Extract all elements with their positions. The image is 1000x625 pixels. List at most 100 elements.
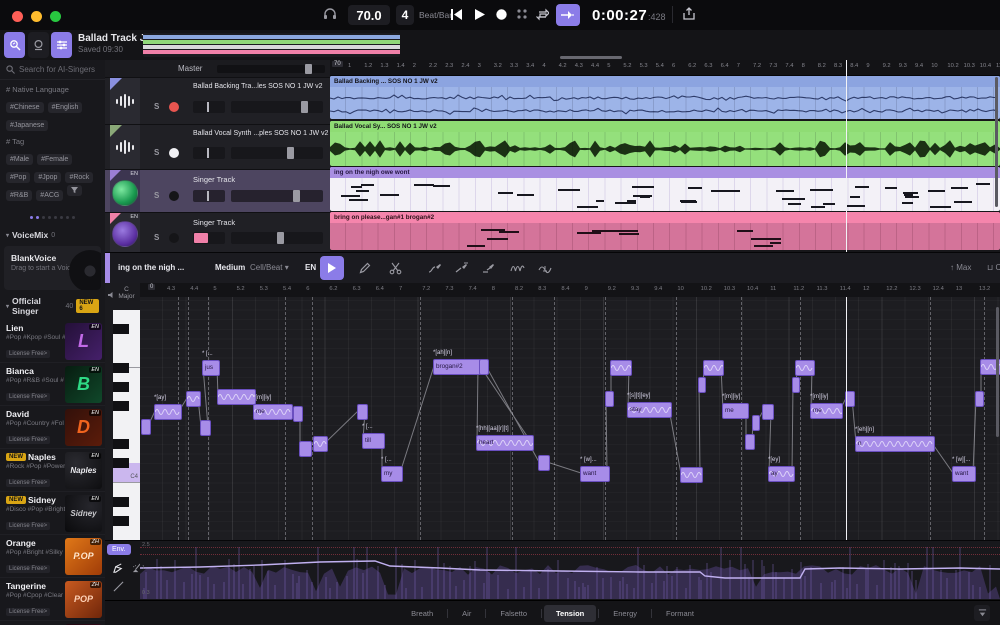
tempo-value[interactable]: 70.0 [348, 5, 390, 25]
headset-icon[interactable] [322, 6, 338, 22]
track3-pan-slider[interactable] [193, 190, 225, 202]
scissors-tool-button[interactable] [383, 256, 407, 280]
track2-icon-cell[interactable] [110, 125, 140, 169]
singer-search[interactable]: Search for AI-Singers [0, 60, 105, 80]
arrange-timeline-ruler[interactable]: 70 11.21.31.422.22.32.433.23.33.444.24.3… [330, 60, 1000, 76]
param-tab-air[interactable]: Air [450, 605, 483, 622]
midi-note[interactable]: jus [202, 360, 220, 376]
active-clip-name[interactable]: ing on the nigh ... [118, 263, 184, 272]
midi-note[interactable] [610, 360, 632, 376]
midi-note[interactable] [795, 360, 815, 376]
tag-chip[interactable]: #Pop [6, 172, 30, 183]
clip-singer-1[interactable]: ing on the nigh owe wont [330, 167, 1000, 211]
track2-name[interactable]: Ballad Vocal Synth ...ples SOS NO 1 JW v… [193, 130, 328, 137]
track3-volume-slider[interactable] [231, 190, 323, 202]
zoom-window-icon[interactable] [50, 11, 61, 22]
key-scale-header[interactable]: C Major [105, 283, 140, 310]
envelope-tab[interactable]: Env. [107, 544, 131, 555]
track3-record-dot[interactable] [169, 191, 179, 201]
license-free-badge[interactable]: License Free> [6, 565, 50, 573]
midi-note[interactable]: n [855, 436, 935, 452]
param-tab-falsetto[interactable]: Falsetto [488, 605, 539, 622]
piano-key-black[interactable] [113, 497, 129, 507]
record-icon[interactable] [495, 8, 508, 21]
singer-card-crimson[interactable]: Crimson#R&B #Soul #Pop #License Free>POP… [0, 621, 105, 625]
blankvoice-card[interactable]: BlankVoice Drag to start a VoiceMix [4, 246, 101, 290]
singer-card-david[interactable]: David#Pop #Country #FolLicense Free>DEN [0, 406, 105, 449]
piano-roll[interactable]: C Major 0 4.34.455.25.35.466.26.36.477.2… [105, 283, 1000, 540]
piano-key-black[interactable] [113, 458, 129, 468]
track4-pan-slider[interactable] [193, 232, 225, 244]
metronome-button[interactable] [28, 32, 49, 58]
midi-note[interactable]: heart [476, 435, 534, 451]
midi-note[interactable] [680, 467, 703, 483]
track4-volume-slider[interactable] [231, 232, 323, 244]
language-tag-chip[interactable]: #Chinese [6, 102, 44, 113]
tag-filter-icon[interactable] [67, 185, 82, 196]
midi-note[interactable] [698, 377, 706, 393]
midi-note[interactable] [538, 455, 550, 471]
singer-library-button[interactable] [4, 32, 25, 58]
track3-solo-button[interactable]: S [154, 191, 159, 200]
piano-roll-ruler[interactable]: 0 4.34.455.25.35.466.26.36.477.27.37.488… [140, 283, 1000, 298]
track1-icon-cell[interactable] [110, 78, 140, 124]
singer-card-orange[interactable]: Orange#Pop #Bright #SilkyLicense Free>P.… [0, 535, 105, 578]
midi-note[interactable]: me [810, 403, 843, 419]
master-volume-slider[interactable] [217, 65, 325, 73]
midi-note[interactable] [141, 419, 151, 435]
official-singer-section-header[interactable]: ▾ Official Singer 40 NEW 6 [0, 292, 105, 320]
midi-note[interactable]: my [381, 466, 403, 482]
midi-note[interactable]: me [722, 403, 749, 419]
pitch-anchor-tool-button[interactable] [450, 256, 474, 280]
close-window-icon[interactable] [12, 11, 23, 22]
tempo-marker[interactable]: 70 [332, 61, 343, 67]
singer-card-lien[interactable]: Lien#Pop #Kpop #Soul #License Free>LEN [0, 320, 105, 363]
grid-mode-select[interactable]: Cell/Beat ▾ [250, 263, 289, 272]
track-header-4[interactable]: EN Singer Track S [105, 213, 330, 252]
track-header-3[interactable]: EN Singer Track S [105, 170, 330, 212]
midi-note[interactable] [357, 404, 368, 420]
loop-icon[interactable] [536, 8, 549, 21]
license-free-badge[interactable]: License Free> [6, 350, 50, 358]
pitch-pen-tool-button[interactable] [423, 256, 447, 280]
track1-record-dot[interactable] [169, 102, 179, 112]
arrangement-minimap[interactable] [143, 33, 400, 57]
midi-note[interactable] [186, 391, 201, 407]
singer-card-bianca[interactable]: Bianca#Pop #R&B #Soul #License Free>BEN [0, 363, 105, 406]
tag-chip[interactable]: #Jpop [34, 172, 61, 183]
singer-card-sidney[interactable]: NEWSidney#Disco #Pop #BrightLicense Free… [0, 492, 105, 535]
param-pen-icon[interactable] [113, 563, 124, 574]
tag-chip[interactable]: #ACG [36, 190, 63, 201]
follow-playhead-button[interactable] [556, 4, 580, 26]
license-free-badge[interactable]: License Free> [6, 436, 50, 444]
track3-singer-avatar[interactable] [112, 180, 138, 206]
minimize-window-icon[interactable] [31, 11, 42, 22]
track-header-2[interactable]: Ballad Vocal Synth ...ples SOS NO 1 JW v… [105, 125, 330, 169]
param-tab-formant[interactable]: Formant [654, 605, 706, 622]
singer-avatar[interactable]: LEN [65, 323, 102, 360]
arrange-playhead[interactable] [846, 60, 847, 252]
midi-note[interactable]: ay [768, 466, 795, 482]
midi-note[interactable]: stay [627, 402, 672, 418]
pitch-smooth-tool-button[interactable] [533, 256, 557, 280]
midi-note[interactable] [293, 406, 303, 422]
collapse-params-icon[interactable] [974, 605, 990, 621]
piano-key-black[interactable] [113, 324, 129, 334]
midi-note[interactable]: me [253, 404, 293, 420]
midi-note[interactable] [479, 359, 489, 375]
track-header-1[interactable]: Ballad Backing Tra...les SOS NO 1 JW v2 … [105, 78, 330, 124]
speaker-icon[interactable] [108, 291, 116, 299]
license-free-badge[interactable]: License Free> [6, 608, 50, 616]
param-line-icon[interactable] [113, 581, 124, 592]
language-tag-chip[interactable]: #English [48, 102, 83, 113]
track1-volume-slider[interactable] [231, 101, 323, 113]
track1-name[interactable]: Ballad Backing Tra...les SOS NO 1 JW v2 [193, 83, 323, 90]
voicemix-section-header[interactable]: ▾ VoiceMix 0 [0, 226, 105, 244]
param-tab-tension[interactable]: Tension [544, 605, 596, 622]
singer-avatar[interactable]: DEN [65, 409, 102, 446]
track2-record-dot[interactable] [169, 148, 179, 158]
param-tab-breath[interactable]: Breath [399, 605, 445, 622]
midi-note[interactable] [299, 441, 312, 457]
singer-avatar[interactable]: BEN [65, 366, 102, 403]
midi-note[interactable] [217, 389, 256, 405]
